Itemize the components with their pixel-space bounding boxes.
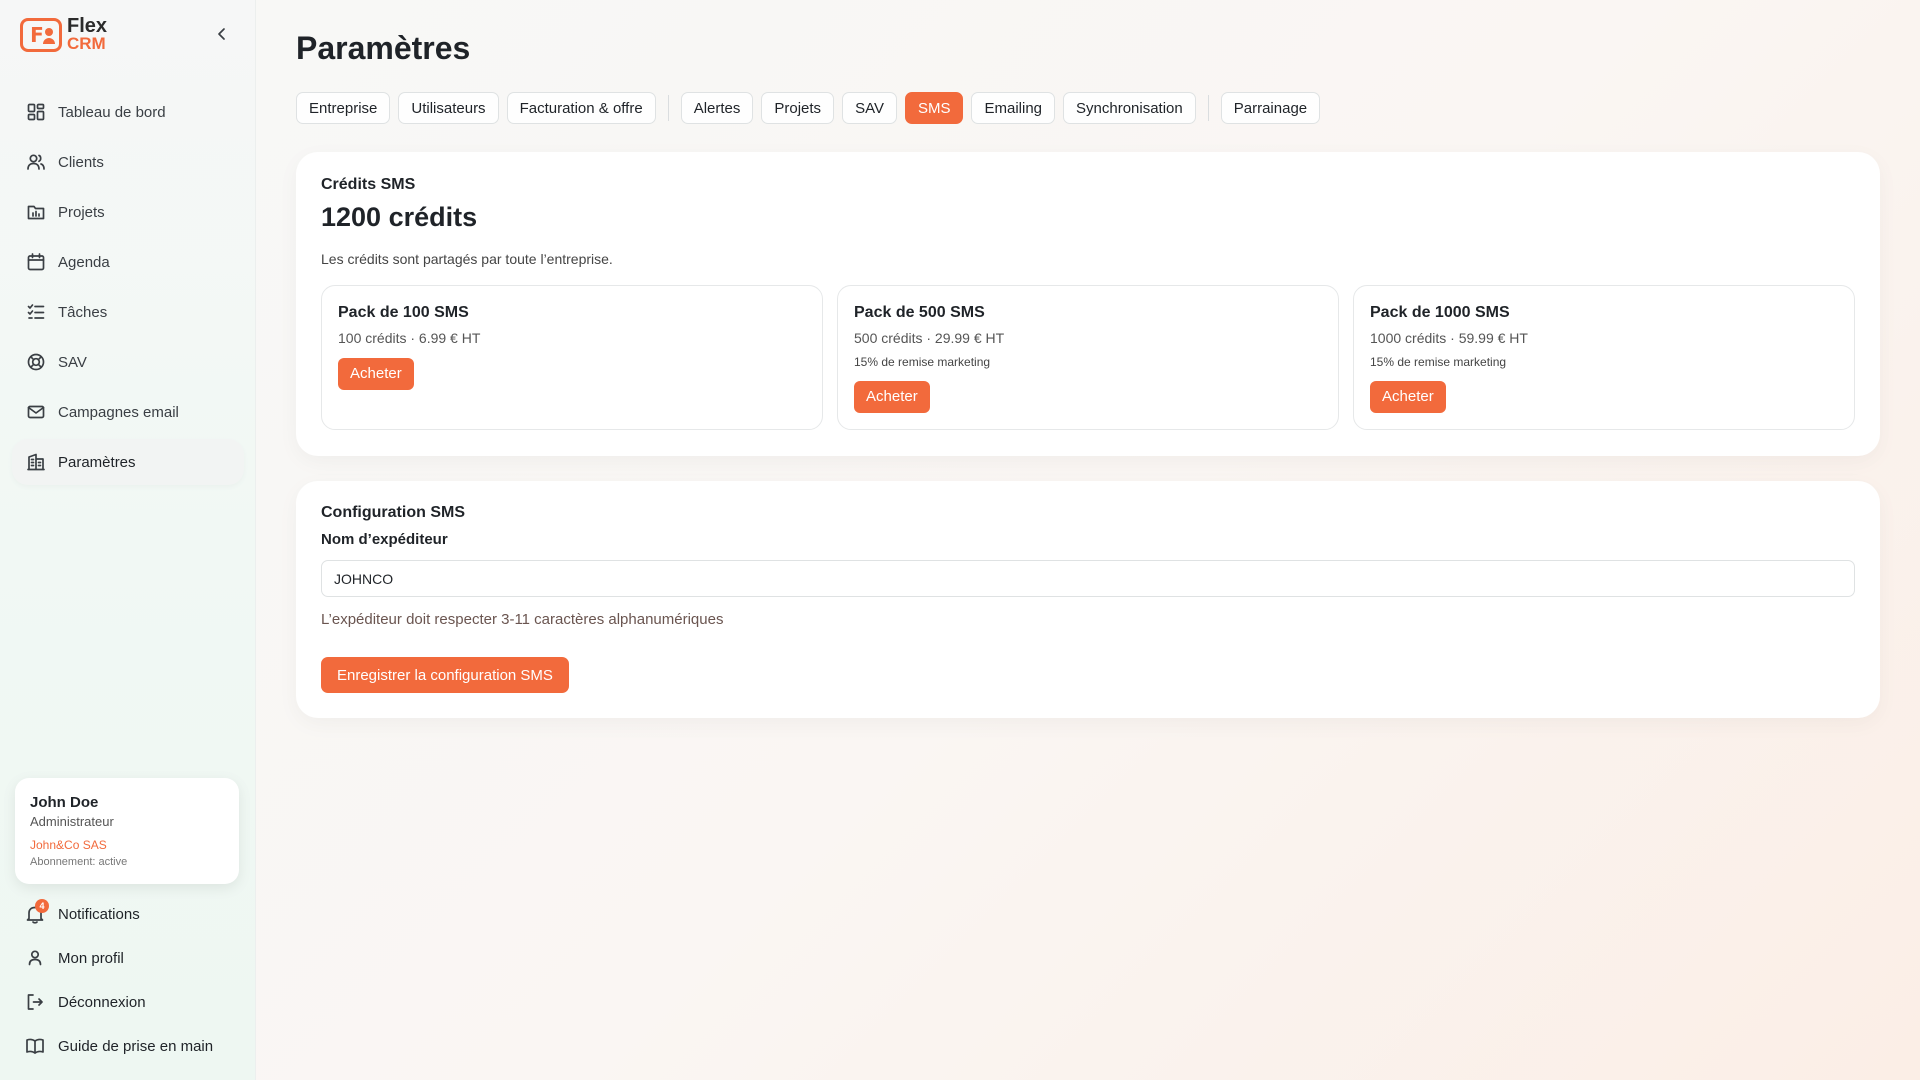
sidebar-item-agenda[interactable]: Agenda (12, 239, 244, 285)
tab-divider (667, 95, 669, 121)
subscription-status: Abonnement: active (30, 856, 128, 868)
tab-divider (1207, 95, 1209, 121)
profile-link[interactable]: Mon profil (24, 936, 244, 980)
sidebar-item-taches[interactable]: Tâches (12, 289, 244, 335)
user-icon (28, 950, 42, 966)
sidebar-item-label: SAV (58, 353, 87, 371)
notifications-link[interactable]: 4 Notifications (24, 892, 244, 936)
tab-parrainage[interactable]: Parrainage (1220, 92, 1321, 124)
sidebar-item-clients[interactable]: Clients (12, 139, 244, 185)
mail-icon (27, 405, 45, 419)
sidebar-item-label: Campagnes email (58, 403, 179, 421)
logo-text-line1: Flex (67, 15, 108, 37)
logo[interactable]: F Flex CRM (20, 15, 108, 53)
pack-price: 100 crédits · 6.99 € HT (338, 330, 481, 346)
sidebar-item-parametres[interactable]: Paramètres (12, 439, 244, 485)
sms-pack-100: Pack de 100 SMS 100 crédits · 6.99 € HT … (321, 285, 823, 430)
checklist-icon (27, 304, 45, 319)
sidebar: F Flex CRM Tableau de bord Clients Proje… (0, 0, 256, 1080)
user-card[interactable]: John Doe Administrateur John&Co SAS Abon… (15, 778, 239, 884)
logo-icon: F (20, 18, 62, 52)
sidebar-item-projets[interactable]: Projets (12, 189, 244, 235)
tab-entreprise[interactable]: Entreprise (296, 92, 391, 124)
credits-balance: 1200 crédits (321, 202, 478, 232)
tab-sav[interactable]: SAV (842, 92, 897, 124)
logo-text-line2: CRM (67, 34, 106, 53)
tab-sms[interactable]: SMS (904, 92, 964, 124)
sidebar-item-sav[interactable]: SAV (12, 339, 244, 385)
sms-config-card: Configuration SMS Nom d’expéditeur L’exp… (296, 481, 1880, 718)
sidebar-item-label: Tâches (58, 303, 108, 321)
pack-title: Pack de 1000 SMS (1370, 304, 1510, 321)
sender-name-label: Nom d’expéditeur (321, 531, 448, 548)
tab-utilisateurs[interactable]: Utilisateurs (398, 92, 499, 124)
sms-pack-1000: Pack de 1000 SMS 1000 crédits · 59.99 € … (1353, 285, 1855, 430)
chevron-left-icon (218, 28, 225, 40)
buy-pack-1000-button[interactable]: Acheter (1370, 381, 1446, 413)
user-company: John&Co SAS (30, 838, 107, 852)
buy-pack-500-button[interactable]: Acheter (854, 381, 930, 413)
sidebar-item-label: Agenda (58, 253, 110, 271)
sidebar-bottom-nav: 4 Notifications Mon profil Déconnexion G… (24, 892, 244, 1068)
logout-link[interactable]: Déconnexion (24, 980, 244, 1024)
lifebuoy-icon (27, 353, 45, 371)
config-title: Configuration SMS (321, 504, 465, 521)
guide-link[interactable]: Guide de prise en main (24, 1024, 244, 1068)
settings-tabs: Entreprise Utilisateurs Facturation & of… (296, 92, 1328, 124)
credits-description: Les crédits sont partagés par toute l’en… (321, 251, 613, 267)
save-sms-config-button[interactable]: Enregistrer la configuration SMS (321, 657, 569, 693)
credits-title: Crédits SMS (321, 176, 416, 193)
sidebar-item-label: Paramètres (58, 453, 136, 471)
pack-title: Pack de 100 SMS (338, 304, 469, 321)
tab-alertes[interactable]: Alertes (680, 92, 754, 124)
pack-title: Pack de 500 SMS (854, 304, 985, 321)
folder-chart-icon (27, 205, 45, 220)
sidebar-nav: Tableau de bord Clients Projets Agenda T… (12, 89, 244, 489)
dashboard-icon (27, 103, 45, 121)
bottom-item-label: Notifications (58, 905, 140, 923)
user-name: John Doe (30, 794, 99, 811)
bottom-item-label: Mon profil (58, 949, 124, 967)
bottom-item-label: Déconnexion (58, 993, 146, 1011)
collapse-sidebar-button[interactable] (212, 24, 232, 44)
sender-name-input[interactable] (321, 560, 1855, 597)
pack-price: 1000 crédits · 59.99 € HT (1370, 330, 1528, 346)
tab-projets[interactable]: Projets (761, 92, 835, 124)
sms-packs: Pack de 100 SMS 100 crédits · 6.99 € HT … (321, 285, 1855, 430)
page-title: Paramètres (296, 30, 471, 66)
book-icon (26, 1038, 44, 1054)
user-role: Administrateur (30, 814, 114, 829)
sms-credits-card: Crédits SMS 1200 crédits Les crédits son… (296, 152, 1880, 456)
sidebar-item-label: Projets (58, 203, 105, 221)
pack-price: 500 crédits · 29.99 € HT (854, 330, 1005, 346)
tab-facturation[interactable]: Facturation & offre (506, 92, 656, 124)
notification-count-badge: 4 (35, 899, 49, 913)
sidebar-item-campagnes[interactable]: Campagnes email (12, 389, 244, 435)
tab-emailing[interactable]: Emailing (971, 92, 1056, 124)
pack-discount: 15% de remise marketing (1370, 355, 1507, 369)
buy-pack-100-button[interactable]: Acheter (338, 358, 414, 390)
pack-discount: 15% de remise marketing (854, 355, 991, 369)
users-icon (27, 154, 45, 170)
sender-help-text: L’expéditeur doit respecter 3-11 caractè… (321, 611, 724, 628)
tab-synchronisation[interactable]: Synchronisation (1063, 92, 1196, 124)
logout-icon (27, 994, 43, 1010)
sidebar-item-dashboard[interactable]: Tableau de bord (12, 89, 244, 135)
sidebar-item-label: Tableau de bord (58, 103, 166, 121)
building-icon (27, 453, 45, 471)
calendar-icon (27, 253, 45, 271)
sms-pack-500: Pack de 500 SMS 500 crédits · 29.99 € HT… (837, 285, 1339, 430)
sidebar-item-label: Clients (58, 153, 104, 171)
bottom-item-label: Guide de prise en main (58, 1037, 214, 1055)
